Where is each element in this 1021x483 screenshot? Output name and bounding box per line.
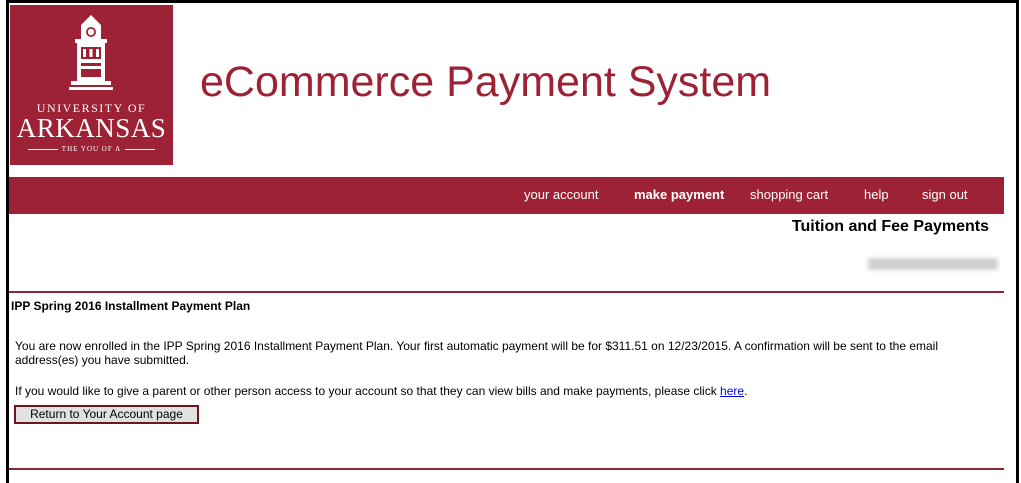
return-to-account-button[interactable]: Return to Your Account page bbox=[14, 405, 199, 424]
nav-make-payment[interactable]: make payment bbox=[634, 187, 724, 202]
logo-tagline: THE YOU OF A bbox=[10, 145, 173, 153]
redacted-student-id bbox=[868, 258, 998, 270]
site-title: eCommerce Payment System bbox=[200, 58, 772, 106]
main-nav-bar: your account make payment shopping cart … bbox=[9, 177, 1004, 214]
window-frame-right bbox=[1016, 0, 1019, 483]
window-frame-left bbox=[6, 0, 9, 483]
old-main-tower-icon bbox=[69, 15, 113, 90]
access-message-text: If you would like to give a parent or ot… bbox=[15, 384, 721, 398]
access-message-end: . bbox=[744, 384, 748, 398]
page-section-title: Tuition and Fee Payments bbox=[791, 218, 989, 235]
nav-sign-out[interactable]: sign out bbox=[922, 187, 968, 202]
plan-heading: IPP Spring 2016 Installment Payment Plan bbox=[11, 299, 251, 313]
logo-tagline-text: THE YOU OF A bbox=[61, 145, 122, 153]
tagline-rule-right bbox=[125, 148, 156, 150]
nav-your-account[interactable]: your account bbox=[524, 187, 598, 202]
divider-top bbox=[9, 291, 1004, 293]
access-here-link[interactable]: here bbox=[720, 384, 744, 398]
tagline-rule-left bbox=[27, 148, 58, 150]
access-message: If you would like to give a parent or ot… bbox=[15, 384, 1000, 398]
enrollment-message: You are now enrolled in the IPP Spring 2… bbox=[15, 339, 939, 367]
university-logo: UNIVERSITY OF ARKANSAS THE YOU OF A bbox=[10, 5, 173, 165]
nav-help[interactable]: help bbox=[864, 187, 889, 202]
nav-shopping-cart[interactable]: shopping cart bbox=[750, 187, 828, 202]
window-frame-top bbox=[6, 0, 1019, 3]
logo-arkansas-text: ARKANSAS bbox=[16, 113, 167, 143]
divider-bottom bbox=[9, 468, 1004, 470]
